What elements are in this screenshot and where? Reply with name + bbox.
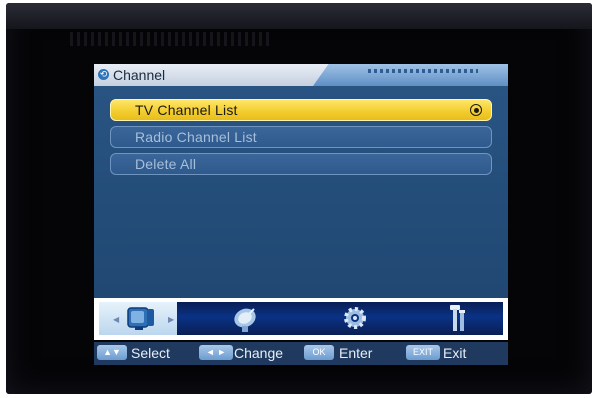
left-arrow-icon[interactable]: ◀ xyxy=(113,315,119,324)
tools-icon[interactable] xyxy=(441,302,471,334)
tv-icon[interactable] xyxy=(126,303,156,333)
ok-key-icon[interactable]: OK xyxy=(304,345,334,360)
menu-item-radio-channel-list[interactable]: Radio Channel List xyxy=(110,126,492,148)
help-change-label: Change xyxy=(234,345,284,361)
menu-item-label: TV Channel List xyxy=(135,102,238,118)
help-enter-label: Enter xyxy=(339,345,373,361)
gear-icon[interactable] xyxy=(340,303,370,333)
satellite-dish-icon[interactable] xyxy=(230,304,264,334)
channel-menu-icon: ⟲ xyxy=(98,69,109,80)
help-exit-label: Exit xyxy=(443,345,467,361)
header-dots xyxy=(368,69,478,73)
help-select-label: Select xyxy=(131,345,170,361)
exit-key-icon[interactable]: EXIT xyxy=(406,345,440,360)
right-arrow-icon[interactable]: ▶ xyxy=(168,315,174,324)
menu-item-label: Radio Channel List xyxy=(135,129,257,145)
screen-noise xyxy=(70,32,270,46)
change-key-icon[interactable]: ◄ ► xyxy=(199,345,233,360)
menu-item-delete-all[interactable]: Delete All xyxy=(110,153,492,175)
top-bar xyxy=(6,3,592,29)
header-stripe xyxy=(313,64,508,86)
selected-radio-icon xyxy=(470,104,482,116)
menu-title: Channel xyxy=(113,67,166,83)
menu-item-label: Delete All xyxy=(135,156,197,172)
menu-item-tv-channel-list[interactable]: TV Channel List xyxy=(110,99,492,121)
select-key-icon[interactable]: ▲▼ xyxy=(97,345,127,360)
